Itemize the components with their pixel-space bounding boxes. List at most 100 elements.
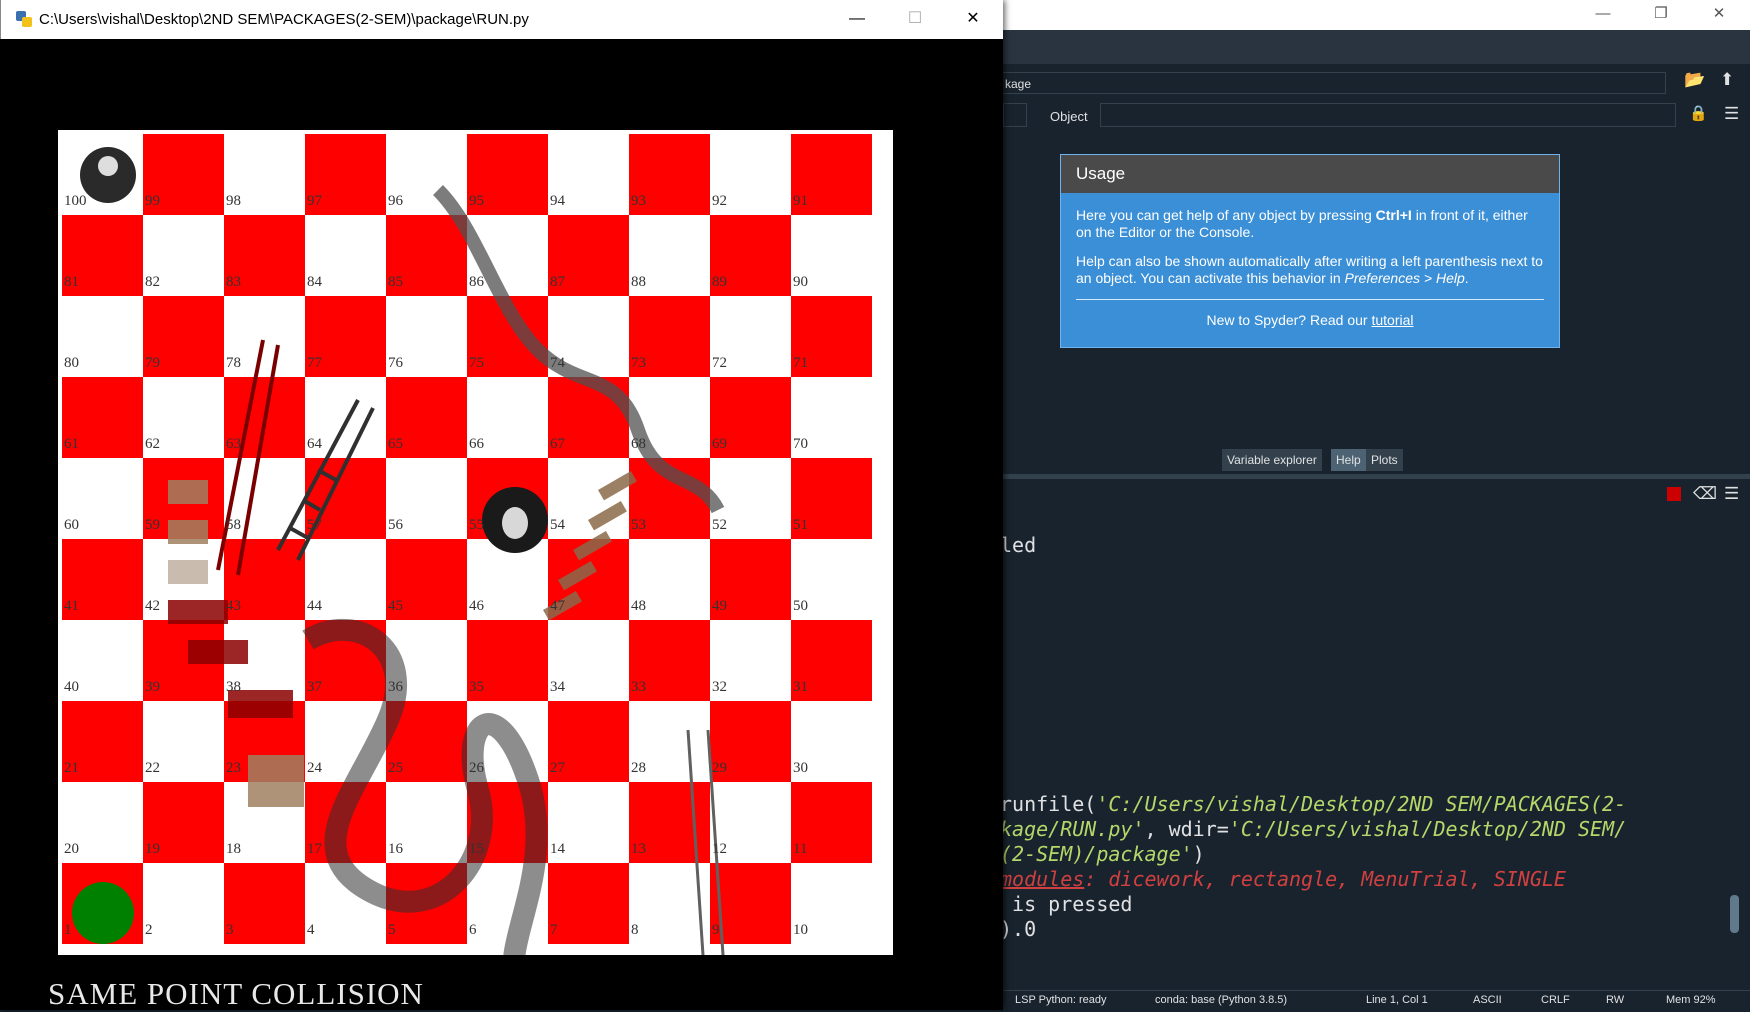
spyder-minimize-button[interactable]: — xyxy=(1574,0,1632,30)
board-cell-number: 47 xyxy=(550,598,565,614)
console-line: modules: dicework, rectangle, MenuTrial,… xyxy=(1000,867,1566,891)
board-cell-number: 77 xyxy=(307,355,322,371)
console-line: runfile('C:/Users/vishal/Desktop/2ND SEM… xyxy=(1000,792,1627,816)
board-cell-number: 46 xyxy=(469,598,484,614)
tab-help[interactable]: Help xyxy=(1331,449,1366,471)
board-cell-number: 16 xyxy=(388,841,403,857)
board-cell-number: 59 xyxy=(145,517,160,533)
board-cell-number: 35 xyxy=(469,679,484,695)
tab-variable-explorer[interactable]: Variable explorer xyxy=(1222,449,1322,471)
board-cell-number: 68 xyxy=(631,436,646,452)
board-cell-number: 78 xyxy=(226,355,241,371)
board-cell-number: 15 xyxy=(469,841,484,857)
board-cell-number: 85 xyxy=(388,274,403,290)
board-cell-number: 88 xyxy=(631,274,646,290)
parent-directory-icon[interactable]: ⬆ xyxy=(1720,70,1734,90)
snakes-and-ladders-board[interactable]: 100 99 98 97 96 95 94 93 92 91 81 82 83 84 85 86 87 88 89 9… xyxy=(58,130,893,955)
board-cell-number: 40 xyxy=(64,679,79,695)
python-icon xyxy=(16,11,32,27)
board-cell-number: 22 xyxy=(145,760,160,776)
lock-icon[interactable]: 🔒 xyxy=(1689,104,1708,122)
board-cell-number: 65 xyxy=(388,436,403,452)
board-cell-number: 55 xyxy=(469,517,484,533)
console-line: ).0 xyxy=(1000,917,1037,941)
console-line: kage/RUN.py', wdir='C:/Users/vishal/Desk… xyxy=(1000,817,1627,841)
board-cell-number: 93 xyxy=(631,193,646,209)
board-cell-number: 97 xyxy=(307,193,322,209)
board-cell-number: 51 xyxy=(793,517,808,533)
game-status-message: SAME POINT COLLISION xyxy=(48,976,424,1011)
board-cell-number: 9 xyxy=(712,922,720,938)
board-cell-number: 58 xyxy=(226,517,241,533)
board-cell-number: 1 xyxy=(64,922,72,938)
board-cell-number: 5 xyxy=(388,922,396,938)
open-folder-icon[interactable]: 📂 xyxy=(1684,70,1705,90)
board-cell-number: 12 xyxy=(712,841,727,857)
board-cell-number: 25 xyxy=(388,760,403,776)
board-cell-number: 17 xyxy=(307,841,322,857)
player-token-green xyxy=(72,882,134,944)
board-cell-red xyxy=(710,863,791,944)
stop-icon[interactable] xyxy=(1667,487,1681,501)
board-cell-number: 6 xyxy=(469,922,477,938)
board-cell-number: 70 xyxy=(793,436,808,452)
usage-footer: New to Spyder? Read our tutorial xyxy=(1206,312,1414,328)
spyder-close-button[interactable]: ✕ xyxy=(1690,0,1748,30)
cursor-position: Line 1, Col 1 xyxy=(1366,994,1428,1006)
console-line: led xyxy=(1000,533,1037,557)
game-titlebar: C:\Users\vishal\Desktop\2ND SEM\PACKAGES… xyxy=(0,0,1003,39)
board-cell-number: 38 xyxy=(226,679,241,695)
board-cell-number: 62 xyxy=(145,436,160,452)
console-line: is pressed xyxy=(1000,892,1133,916)
spyder-restore-button[interactable]: ❐ xyxy=(1632,0,1690,30)
board-cell-number: 31 xyxy=(793,679,808,695)
board-cell-number: 8 xyxy=(631,922,639,938)
board-cell-number: 67 xyxy=(550,436,565,452)
object-input[interactable] xyxy=(1100,103,1676,127)
board-cell-number: 94 xyxy=(550,193,565,209)
help-options-menu-icon[interactable]: ☰ xyxy=(1724,104,1739,124)
board-cell-number: 44 xyxy=(307,598,322,614)
player-avatar-top-left xyxy=(80,147,136,203)
board-cell-number: 45 xyxy=(388,598,403,614)
game-window: C:\Users\vishal\Desktop\2ND SEM\PACKAGES… xyxy=(0,0,1003,1011)
usage-paragraph-2: Help can also be shown automatically aft… xyxy=(1076,253,1543,286)
board-cell-number: 86 xyxy=(469,274,484,290)
board-cell-number: 72 xyxy=(712,355,727,371)
board-cell-number: 64 xyxy=(307,436,322,452)
board-cell-number: 79 xyxy=(145,355,160,371)
board-cell-red xyxy=(548,863,629,944)
board-cell-number: 34 xyxy=(550,679,565,695)
board-cell-number: 66 xyxy=(469,436,484,452)
usage-body: Here you can get help of any object by p… xyxy=(1061,193,1559,329)
board-cell-red xyxy=(224,863,305,944)
board-cell-number: 24 xyxy=(307,760,322,776)
tutorial-link[interactable]: tutorial xyxy=(1371,312,1413,328)
working-directory-field[interactable]: kage xyxy=(1000,72,1666,94)
console-scrollbar-thumb[interactable] xyxy=(1730,895,1739,933)
game-minimize-button[interactable]: — xyxy=(828,0,886,39)
board-cell-number: 83 xyxy=(226,274,241,290)
usage-paragraph-1: Here you can get help of any object by p… xyxy=(1076,207,1528,240)
eraser-icon[interactable]: ⌫ xyxy=(1693,484,1717,504)
console-options-menu-icon[interactable]: ☰ xyxy=(1724,484,1739,504)
board-cell-number: 33 xyxy=(631,679,646,695)
game-maximize-button[interactable]: ☐ xyxy=(886,0,944,39)
board-cell-number: 29 xyxy=(712,760,727,776)
working-directory-text: kage xyxy=(1005,77,1032,91)
tab-plots[interactable]: Plots xyxy=(1366,449,1403,471)
board-cell-number: 41 xyxy=(64,598,79,614)
board-cell-number: 26 xyxy=(469,760,484,776)
board-cell-number: 2 xyxy=(145,922,153,938)
board-cell-number: 60 xyxy=(64,517,79,533)
board-cell-number: 75 xyxy=(469,355,484,371)
eol-status: CRLF xyxy=(1541,994,1570,1006)
board-cell-number: 61 xyxy=(64,436,79,452)
board-cell-number: 49 xyxy=(712,598,727,614)
game-close-button[interactable]: ✕ xyxy=(944,0,1002,39)
source-combo[interactable] xyxy=(1003,103,1027,127)
board-cell-number: 80 xyxy=(64,355,79,371)
board-cell-number: 84 xyxy=(307,274,322,290)
board-cell-number: 37 xyxy=(307,679,322,695)
console-line: (2-SEM)/package') xyxy=(1000,842,1205,866)
